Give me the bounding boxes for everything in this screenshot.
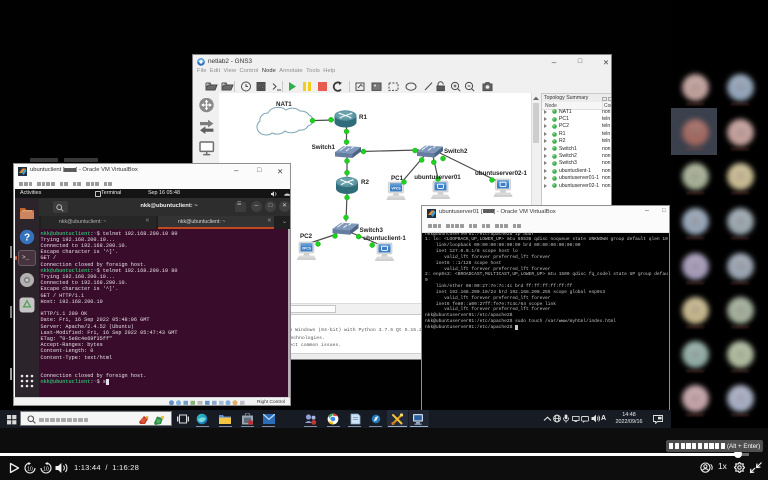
svg-text:Switch2: Switch2 [444,148,468,155]
svg-text:ubuntuserver01: ubuntuserver01 [414,174,461,181]
svg-text:ubuntuclient-1: ubuntuclient-1 [363,235,406,242]
svg-text:R1: R1 [359,114,367,121]
svg-text:10: 10 [27,467,33,473]
svg-text:VPCS: VPCS [391,187,401,191]
svg-text:10: 10 [43,467,49,473]
svg-text:NAT1: NAT1 [276,101,292,108]
svg-text:ubuntuserver02-1: ubuntuserver02-1 [475,170,527,177]
svg-text:Switch3: Switch3 [360,227,384,234]
svg-text:R2: R2 [361,179,369,186]
svg-text:PC2: PC2 [300,233,313,240]
svg-text:PC1: PC1 [391,175,404,182]
svg-text:Switch1: Switch1 [312,144,336,151]
svg-text:?: ? [24,232,30,243]
svg-text:VPCS: VPCS [302,247,312,251]
